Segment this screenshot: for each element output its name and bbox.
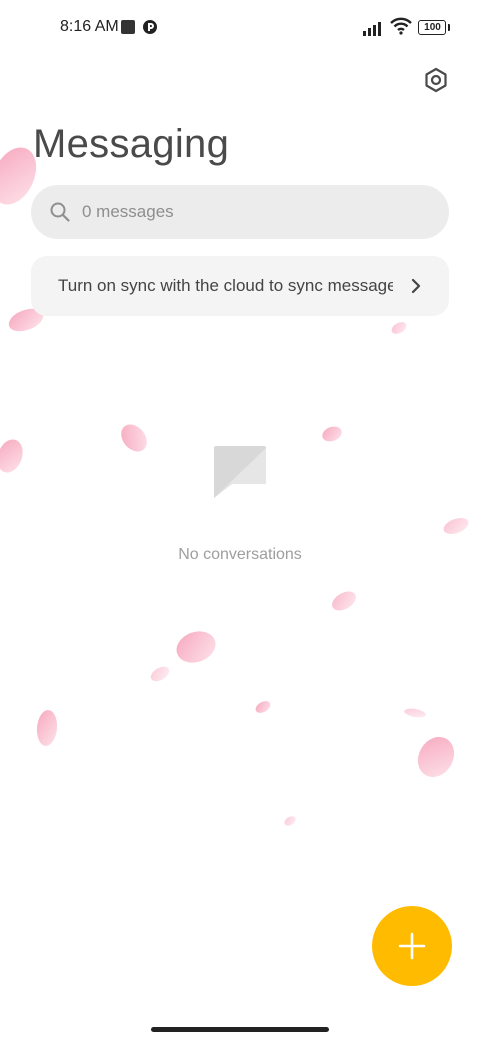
home-indicator[interactable]: [151, 1027, 329, 1032]
search-bar[interactable]: 0 messages: [31, 185, 449, 239]
chevron-right-icon: [411, 278, 421, 294]
gear-icon[interactable]: [420, 64, 452, 96]
messaging-screen: 8:16 AM 100 Messaging 0 messages Turn on…: [0, 0, 480, 1040]
status-bar: 8:16 AM 100: [0, 0, 480, 56]
status-time: 8:16 AM: [60, 18, 119, 35]
sync-banner-text: Turn on sync with the cloud to sync mess…: [58, 276, 393, 295]
empty-state-text: No conversations: [178, 546, 302, 563]
page-title: Messaging: [33, 122, 230, 166]
battery-icon: 100: [418, 20, 450, 35]
new-message-button[interactable]: [372, 906, 452, 986]
cellular-signal-icon: [363, 22, 381, 36]
wifi-icon: [390, 17, 412, 35]
search-input[interactable]: 0 messages: [82, 202, 174, 222]
app-status-icon: [143, 20, 157, 34]
notification-square-icon: [121, 20, 135, 34]
battery-level: 100: [424, 22, 441, 33]
sync-banner[interactable]: Turn on sync with the cloud to sync mess…: [31, 256, 449, 316]
message-bubble-icon: [214, 446, 266, 498]
search-icon: [50, 202, 70, 222]
plus-icon: [398, 932, 426, 960]
